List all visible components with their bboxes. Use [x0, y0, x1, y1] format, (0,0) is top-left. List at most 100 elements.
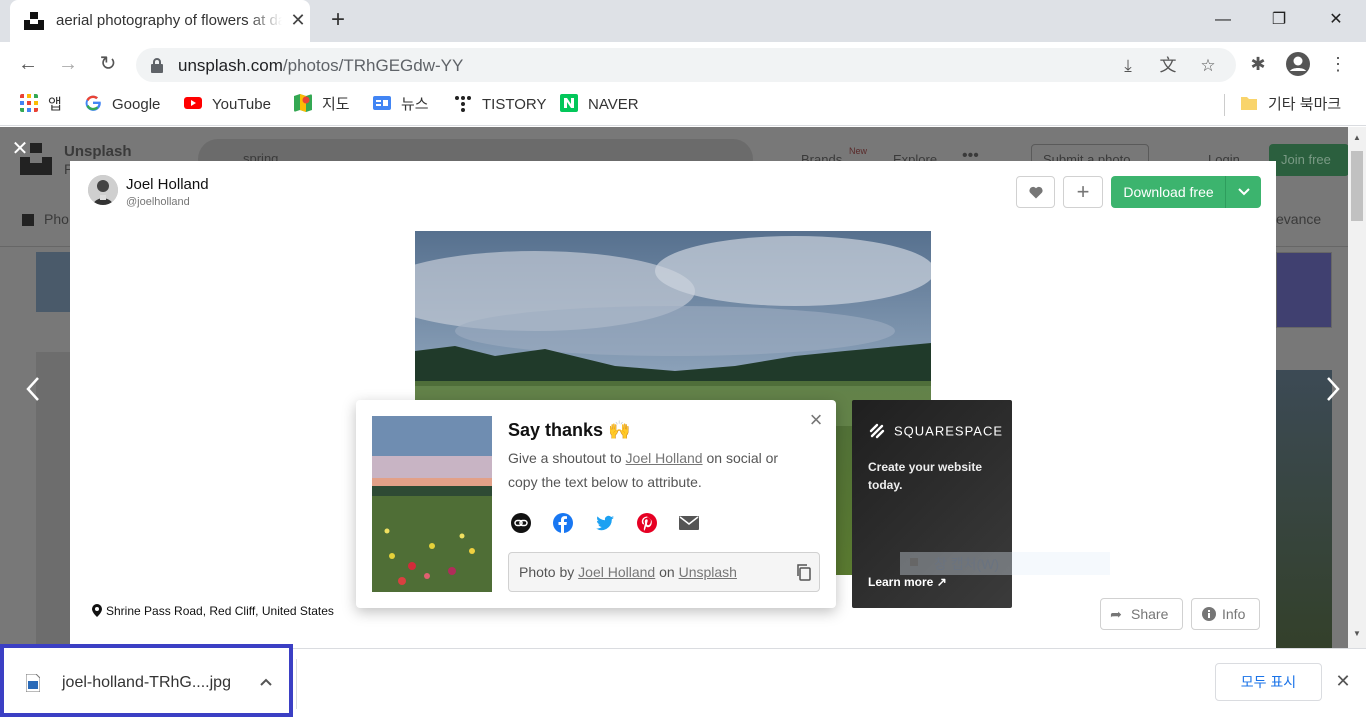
url-text: unsplash.com/photos/TRhGEGdw-YY: [178, 56, 464, 75]
ad-learn-more-link[interactable]: Learn more ↗: [868, 575, 947, 589]
shelf-close-icon[interactable]: ✕: [1333, 671, 1353, 691]
author-handle[interactable]: @joelholland: [126, 196, 190, 208]
thanks-close-icon[interactable]: ×: [806, 409, 826, 431]
info-icon: [1202, 607, 1216, 622]
bookmark-star-icon[interactable]: ☆: [1198, 56, 1218, 76]
bookmark-tistory[interactable]: TISTORY: [454, 94, 546, 116]
bookmark-apps[interactable]: 앱: [20, 94, 62, 116]
twitter-icon[interactable]: [594, 512, 616, 534]
bookmark-label: TISTORY: [482, 96, 547, 113]
scroll-up-icon[interactable]: ▲: [1353, 133, 1361, 142]
location-pin-icon: [92, 604, 102, 618]
image-file-icon: [26, 674, 40, 692]
next-photo-icon[interactable]: [1324, 376, 1342, 402]
bg-tab-photos: Pho: [22, 211, 69, 227]
scroll-down-icon[interactable]: ▼: [1353, 629, 1361, 638]
bookmark-other-folder[interactable]: 기타 북마크: [1240, 94, 1341, 116]
translate-icon[interactable]: 文: [1158, 56, 1178, 76]
bg-relevance: evance: [1276, 211, 1322, 227]
author-link[interactable]: Joel Holland: [626, 450, 703, 466]
previous-photo-icon[interactable]: [24, 376, 42, 402]
install-app-icon[interactable]: ⤓: [1118, 56, 1138, 76]
attribution-author-link[interactable]: Joel Holland: [578, 564, 655, 580]
news-icon: [373, 96, 391, 111]
thanks-title: Say thanks 🙌: [508, 420, 631, 440]
bookmark-label: YouTube: [212, 96, 271, 113]
bg-new-badge: New: [849, 146, 868, 156]
bookmark-label: 뉴스: [401, 96, 429, 113]
window-close-icon[interactable]: ✕: [1313, 6, 1359, 34]
plus-icon: +: [1076, 179, 1090, 204]
bookmark-maps[interactable]: 지도: [294, 94, 350, 116]
squarespace-logo-icon: [869, 423, 885, 439]
profile-avatar-icon[interactable]: [1285, 51, 1311, 77]
apps-grid-icon: [20, 94, 38, 113]
add-to-collection-button[interactable]: +: [1063, 176, 1103, 208]
heart-icon: [1028, 186, 1043, 199]
download-item[interactable]: joel-holland-TRhG....jpg: [0, 644, 293, 717]
browser-tab[interactable]: aerial photography of flowers at daytime…: [10, 0, 310, 42]
bookmark-youtube[interactable]: YouTube: [184, 94, 271, 116]
link-icon[interactable]: [510, 512, 532, 534]
author-name[interactable]: Joel Holland: [126, 176, 209, 193]
naver-icon: [560, 94, 578, 113]
chrome-menu-icon[interactable]: ⋮: [1326, 52, 1350, 76]
squarespace-ad[interactable]: SQUARESPACE Create your website today. L…: [852, 400, 1012, 608]
bookmark-label: 기타 북마크: [1268, 96, 1342, 113]
ad-logo: SQUARESPACE: [868, 422, 1003, 442]
download-options-caret-icon[interactable]: [258, 672, 274, 692]
minimize-icon[interactable]: —: [1200, 6, 1246, 34]
info-button[interactable]: Info: [1191, 598, 1260, 630]
author-avatar[interactable]: [88, 175, 118, 205]
download-label: Download free: [1123, 184, 1214, 200]
bookmark-label: 앱: [48, 96, 62, 113]
bookmark-news[interactable]: 뉴스: [373, 94, 429, 116]
share-button[interactable]: ➦ Share: [1100, 598, 1183, 630]
tab-close-icon[interactable]: ✕: [288, 10, 308, 30]
lock-icon: [151, 58, 163, 73]
extensions-icon[interactable]: ✱: [1246, 52, 1270, 76]
back-icon[interactable]: ←: [16, 52, 40, 76]
show-all-downloads-button[interactable]: 모두 표시: [1215, 663, 1322, 701]
copy-icon[interactable]: [795, 563, 813, 581]
attribution-site-link[interactable]: Unsplash: [679, 564, 737, 580]
download-filename: joel-holland-TRhG....jpg: [62, 674, 231, 691]
bookmark-google[interactable]: Google: [84, 94, 160, 116]
attribution-text: Photo by Joel Holland on Unsplash: [519, 564, 737, 580]
bookmark-label: Google: [112, 96, 161, 113]
attribution-box[interactable]: Photo by Joel Holland on Unsplash: [508, 552, 820, 592]
modal-close-icon[interactable]: ✕: [10, 139, 30, 159]
bookmark-naver[interactable]: NAVER: [560, 94, 639, 116]
say-thanks-popup: Say thanks 🙌 Give a shoutout to Joel Hol…: [356, 400, 836, 608]
bg-brand: Unsplash: [64, 143, 132, 160]
forward-icon[interactable]: →: [56, 52, 80, 76]
shelf-divider: [296, 659, 297, 709]
tab-title: aerial photography of flowers at daytime: [56, 12, 282, 29]
bg-photo-tile: [1276, 370, 1332, 648]
bookmarks-bar: 앱 Google YouTube 지도 뉴스 TISTORY NAVER 기타 …: [0, 86, 1366, 126]
thanks-photo-thumbnail: [372, 416, 492, 592]
like-button[interactable]: [1016, 176, 1055, 208]
thanks-body: Give a shoutout to Joel Holland on socia…: [508, 450, 779, 490]
facebook-icon[interactable]: [552, 512, 574, 534]
new-tab-icon[interactable]: +: [326, 8, 350, 32]
restore-icon[interactable]: ❐: [1256, 6, 1302, 34]
pinterest-icon[interactable]: [636, 512, 658, 534]
scrollbar-thumb[interactable]: [1351, 151, 1363, 221]
snip-icon: [910, 558, 918, 566]
download-options-chevron-icon[interactable]: [1226, 176, 1261, 208]
bookmark-label: NAVER: [588, 96, 639, 113]
snip-overlay-fragment: 창 캡처(W): [900, 552, 1110, 575]
google-icon: [85, 95, 101, 111]
bg-photo-tile: [1276, 252, 1332, 328]
email-icon[interactable]: [678, 512, 700, 534]
page-scrollbar[interactable]: ▲ ▼: [1348, 127, 1366, 648]
unsplash-favicon-icon: [24, 12, 44, 30]
download-shelf: joel-holland-TRhG....jpg 모두 표시 ✕: [0, 644, 1366, 718]
address-bar[interactable]: unsplash.com/photos/TRhGEGdw-YY ⤓ 文 ☆: [136, 48, 1236, 82]
reload-icon[interactable]: ↻: [96, 52, 120, 76]
tistory-icon: [455, 96, 471, 113]
download-button[interactable]: Download free: [1111, 176, 1261, 208]
photo-location[interactable]: Shrine Pass Road, Red Cliff, United Stat…: [92, 604, 334, 618]
share-arrow-icon: ➦: [1110, 606, 1122, 622]
